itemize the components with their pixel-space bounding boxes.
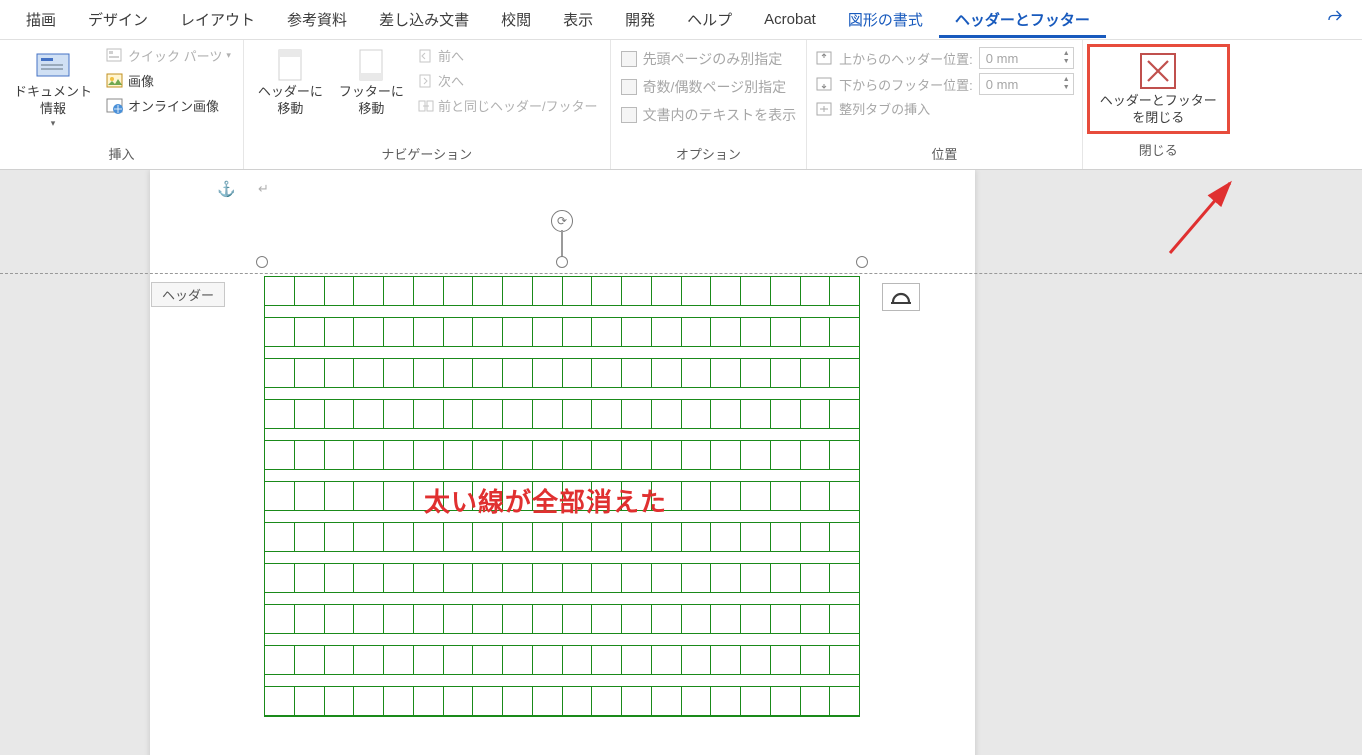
- group-position: 上からのヘッダー位置: ▲▼ 下からのフッター位置: ▲▼: [807, 40, 1083, 169]
- go-footer-label: フッターに 移動: [339, 84, 404, 118]
- spin-down-icon[interactable]: ▼: [1060, 84, 1073, 92]
- rotate-handle[interactable]: ⟳: [551, 210, 573, 232]
- checkbox-icon: [621, 107, 637, 123]
- tab-header-footer[interactable]: ヘッダーとフッター: [939, 1, 1106, 38]
- align-tab-icon: [815, 101, 833, 117]
- first-page-label: 先頭ページのみ別指定: [643, 49, 783, 69]
- tab-bar: 描画 デザイン レイアウト 参考資料 差し込み文書 校閲 表示 開発 ヘルプ A…: [0, 0, 1362, 40]
- footer-pos-icon: [815, 76, 833, 92]
- header-pos-label: 上からのヘッダー位置:: [839, 49, 973, 68]
- same-as-prev-button[interactable]: 前と同じヘッダー/フッター: [414, 94, 602, 117]
- tab-draw[interactable]: 描画: [10, 1, 72, 38]
- annotation-text: 太い線が全部消えた: [424, 482, 667, 519]
- doc-info-label: ドキュメント 情報: [14, 84, 92, 118]
- tab-view[interactable]: 表示: [547, 1, 609, 38]
- callout-arrow: [1160, 173, 1260, 263]
- paragraph-mark-icon: ↵: [258, 181, 269, 197]
- tab-layout[interactable]: レイアウト: [164, 1, 271, 38]
- prev-label: 前へ: [438, 46, 464, 65]
- tab-review[interactable]: 校閲: [485, 1, 547, 38]
- header-pos-input[interactable]: [980, 51, 1060, 66]
- footer-pos-label: 下からのフッター位置:: [839, 75, 973, 94]
- align-tab-label: 整列タブの挿入: [839, 99, 930, 118]
- show-text-checkbox[interactable]: 文書内のテキストを表示: [619, 102, 799, 128]
- first-page-checkbox[interactable]: 先頭ページのみ別指定: [619, 46, 799, 72]
- tab-references[interactable]: 参考資料: [271, 1, 363, 38]
- next-icon: [418, 74, 434, 88]
- group-position-label: 位置: [815, 140, 1074, 169]
- checkbox-icon: [621, 51, 637, 67]
- anchor-icon: ⚓: [217, 180, 236, 198]
- online-image-icon: [106, 98, 124, 114]
- layout-options-button[interactable]: [882, 283, 920, 311]
- tab-design[interactable]: デザイン: [72, 1, 164, 38]
- next-button[interactable]: 次へ: [414, 69, 602, 92]
- tab-help[interactable]: ヘルプ: [671, 1, 748, 38]
- image-label: 画像: [128, 71, 154, 90]
- online-image-button[interactable]: オンライン画像: [102, 94, 235, 117]
- tab-shape-format[interactable]: 図形の書式: [832, 1, 939, 38]
- group-insert-label: 挿入: [8, 140, 235, 169]
- share-button[interactable]: [1318, 4, 1352, 35]
- group-navigation: ヘッダーに 移動 フッターに 移動 前へ 次へ 前と同じヘッダー/フッター: [244, 40, 611, 169]
- go-header-button[interactable]: ヘッダーに 移動: [252, 44, 329, 122]
- footer-pos-input[interactable]: [980, 77, 1060, 92]
- ribbon: ドキュメント 情報 ▾ クイック パーツ ▾ 画像 オンライン画像 挿: [0, 40, 1362, 170]
- group-insert: ドキュメント 情報 ▾ クイック パーツ ▾ 画像 オンライン画像 挿: [0, 40, 244, 169]
- go-footer-button[interactable]: フッターに 移動: [333, 44, 410, 122]
- quick-parts-button[interactable]: クイック パーツ ▾: [102, 44, 235, 67]
- group-options-label: オプション: [619, 140, 799, 169]
- go-header-label: ヘッダーに 移動: [258, 84, 323, 118]
- image-button[interactable]: 画像: [102, 69, 235, 92]
- odd-even-label: 奇数/偶数ページ別指定: [643, 77, 787, 97]
- footer-pos-spinner[interactable]: ▲▼: [979, 73, 1074, 95]
- quick-parts-icon: [106, 48, 124, 64]
- group-close-label: 閉じる: [1087, 136, 1230, 165]
- image-icon: [106, 73, 124, 89]
- document-area[interactable]: ⚓ ↵ ⟳ ヘッダー 太い線が全部消えた: [0, 170, 1362, 755]
- next-label: 次へ: [438, 71, 464, 90]
- selection-handle[interactable]: [556, 256, 568, 268]
- go-header-icon: [275, 48, 305, 82]
- online-image-label: オンライン画像: [128, 96, 219, 115]
- spin-down-icon[interactable]: ▼: [1060, 58, 1073, 66]
- selection-handle[interactable]: [856, 256, 868, 268]
- quick-parts-label: クイック パーツ: [128, 46, 222, 65]
- group-close: ヘッダーとフッター を閉じる 閉じる: [1083, 40, 1234, 169]
- doc-info-icon: [33, 48, 73, 82]
- close-hf-label: ヘッダーとフッター を閉じる: [1100, 93, 1217, 127]
- odd-even-checkbox[interactable]: 奇数/偶数ページ別指定: [619, 74, 799, 100]
- close-header-footer-button[interactable]: ヘッダーとフッター を閉じる: [1087, 44, 1230, 134]
- tab-acrobat[interactable]: Acrobat: [748, 3, 832, 36]
- group-nav-label: ナビゲーション: [252, 140, 602, 169]
- spin-up-icon[interactable]: ▲: [1060, 76, 1073, 84]
- close-icon: [1140, 53, 1176, 89]
- selection-handle[interactable]: [256, 256, 268, 268]
- doc-info-button[interactable]: ドキュメント 情報 ▾: [8, 44, 98, 133]
- go-footer-icon: [356, 48, 386, 82]
- header-tag: ヘッダー: [151, 282, 225, 307]
- rotate-stem: [561, 230, 563, 258]
- tab-developer[interactable]: 開発: [609, 1, 671, 38]
- checkbox-icon: [621, 79, 637, 95]
- header-pos-spinner[interactable]: ▲▼: [979, 47, 1074, 69]
- footer-position-row: 下からのフッター位置: ▲▼: [815, 72, 1074, 96]
- show-text-label: 文書内のテキストを表示: [643, 105, 797, 125]
- link-icon: [418, 99, 434, 113]
- header-position-row: 上からのヘッダー位置: ▲▼: [815, 46, 1074, 70]
- header-boundary: [0, 273, 1362, 274]
- align-tab-button[interactable]: 整列タブの挿入: [815, 98, 1074, 119]
- same-as-prev-label: 前と同じヘッダー/フッター: [438, 96, 598, 115]
- spin-up-icon[interactable]: ▲: [1060, 50, 1073, 58]
- header-pos-icon: [815, 50, 833, 66]
- prev-button[interactable]: 前へ: [414, 44, 602, 67]
- prev-icon: [418, 49, 434, 63]
- tab-mailings[interactable]: 差し込み文書: [363, 1, 485, 38]
- group-options: 先頭ページのみ別指定 奇数/偶数ページ別指定 文書内のテキストを表示 オプション: [611, 40, 808, 169]
